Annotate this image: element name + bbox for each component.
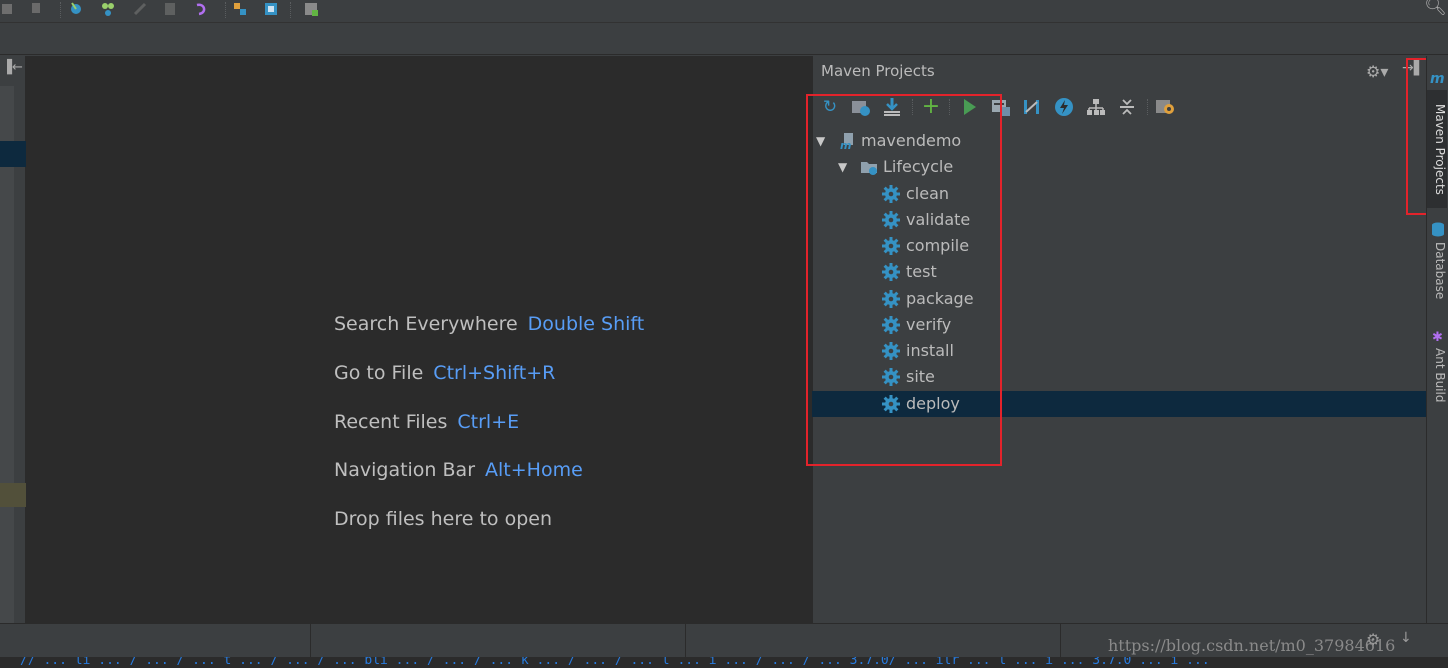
toolbar-separator <box>60 2 62 18</box>
project-structure-icon[interactable] <box>232 1 248 17</box>
revert-icon[interactable] <box>193 1 209 17</box>
status-divider <box>685 623 686 657</box>
tab-ant-build[interactable]: Ant Build <box>1427 348 1447 402</box>
panel-settings-gear-icon[interactable]: ⚙▾ <box>1366 62 1392 81</box>
bottom-console-line: // ... li ... / ... / ... t ... / ... / … <box>0 657 1448 668</box>
tab-maven-projects[interactable]: Maven Projects <box>1427 90 1447 208</box>
toolbar-separator <box>225 2 227 18</box>
download-icon[interactable] <box>28 1 44 17</box>
panel-title: Maven Projects <box>821 62 935 80</box>
watermark: https://blog.csdn.net/m0_37984616 <box>1108 636 1396 655</box>
search-everywhere-icon[interactable]: 🔍︎ <box>1424 0 1447 17</box>
module-icon[interactable] <box>0 1 16 17</box>
terminal-icon[interactable] <box>303 1 319 17</box>
editor-empty-area[interactable] <box>26 56 812 623</box>
hint-drop-files: Drop files here to open <box>334 508 552 530</box>
tab-database[interactable]: Database <box>1427 242 1447 299</box>
status-divider <box>1060 623 1061 657</box>
left-warning-line <box>0 483 26 507</box>
hint-shortcut: Double Shift <box>527 313 645 335</box>
hint-label: Go to File <box>334 362 424 384</box>
main-toolbar: 🔍︎ <box>0 0 1448 22</box>
vcs-commit-icon[interactable] <box>100 1 116 17</box>
hint-recent-files: Recent Files Ctrl+E <box>334 411 519 433</box>
ant-icon: ✱ <box>1432 330 1443 345</box>
database-icon <box>1432 222 1444 237</box>
hint-shortcut: Ctrl+Shift+R <box>433 362 556 384</box>
navigation-bar <box>0 22 1448 55</box>
show-dependencies-icon[interactable] <box>1086 97 1106 117</box>
hint-search-everywhere: Search Everywhere Double Shift <box>334 313 644 335</box>
pin-left-icon[interactable]: ▐← <box>2 60 23 75</box>
skip-tests-icon[interactable] <box>1054 97 1074 117</box>
toolbar-separator <box>290 2 292 18</box>
hint-label: Recent Files <box>334 411 448 433</box>
toolbar-separator <box>1147 99 1149 115</box>
vcs-update-icon[interactable] <box>68 1 84 17</box>
collapse-all-icon[interactable] <box>1117 97 1137 117</box>
hint-label: Search Everywhere <box>334 313 518 335</box>
hint-go-to-file: Go to File Ctrl+Shift+R <box>334 362 555 384</box>
status-hide-icon[interactable]: ↓ <box>1400 630 1412 646</box>
svg-text:m: m <box>1430 71 1445 86</box>
sdk-icon[interactable] <box>263 1 279 17</box>
vcs-history-icon[interactable] <box>162 1 178 17</box>
hint-label: Drop files here to open <box>334 508 553 530</box>
console-text: // ... li ... / ... / ... t ... / ... / … <box>20 657 1210 668</box>
hint-navigation-bar: Navigation Bar Alt+Home <box>334 459 583 481</box>
maven-settings-icon[interactable] <box>1155 97 1175 117</box>
maven-tab-icon: m <box>1430 71 1445 86</box>
status-divider <box>310 623 311 657</box>
hint-shortcut: Ctrl+E <box>457 411 520 433</box>
toggle-offline-icon[interactable] <box>1022 97 1042 117</box>
left-selected-line <box>0 141 26 167</box>
vcs-compare-icon[interactable] <box>132 1 148 17</box>
hint-label: Navigation Bar <box>334 459 476 481</box>
highlight-box <box>806 94 1002 466</box>
hint-shortcut: Alt+Home <box>485 459 583 481</box>
